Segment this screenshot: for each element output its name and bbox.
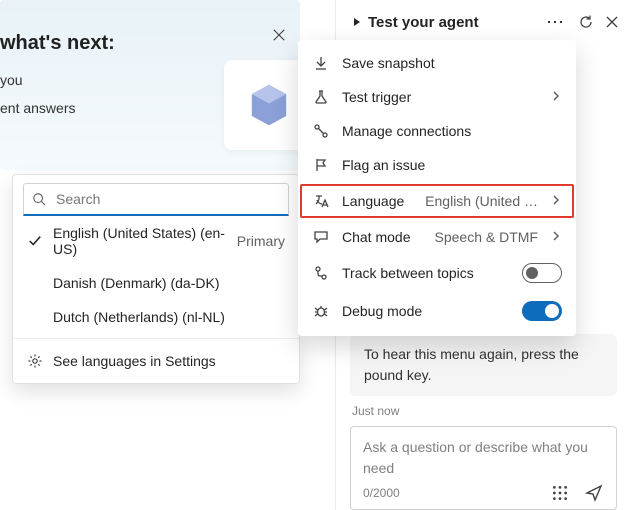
panel-menu: Save snapshot Test trigger Manage connec… [298,40,576,336]
search-field[interactable] [23,183,289,216]
language-icon [312,193,330,209]
language-option[interactable]: Danish (Denmark) (da-DK) [13,266,299,300]
settings-link-label: See languages in Settings [53,353,216,369]
chevron-right-icon [550,229,562,245]
divider [13,338,299,339]
menu-test-trigger[interactable]: Test trigger [298,80,576,114]
whats-next-card: what's next: you ent answers [0,0,300,170]
menu-chat-mode-value: Speech & DTMF [435,229,538,245]
menu-debug-mode[interactable]: Debug mode [298,292,576,330]
bug-icon [312,303,330,319]
search-icon [32,192,46,206]
track-topics-toggle[interactable] [522,263,562,283]
refresh-icon[interactable] [577,13,595,31]
card-graphic [224,60,300,150]
card-text-line: ent answers [0,100,75,116]
language-option[interactable]: Dutch (Netherlands) (nl-NL) [13,300,299,334]
menu-flag-issue[interactable]: Flag an issue [298,148,576,182]
check-icon [27,234,43,248]
download-icon [312,55,330,71]
menu-save-snapshot[interactable]: Save snapshot [298,46,576,80]
card-title: what's next: [0,32,115,55]
language-option-label: English (United States) (en-US) [53,225,227,257]
message-timestamp: Just now [352,404,615,418]
language-option-label: Danish (Denmark) (da-DK) [53,275,285,291]
menu-track-topics[interactable]: Track between topics [298,254,576,292]
send-icon[interactable] [584,483,604,503]
menu-manage-connections[interactable]: Manage connections [298,114,576,148]
panel-header: Test your agent ⋯ [336,0,631,44]
message-composer[interactable]: Ask a question or describe what you need… [350,426,617,510]
chevron-right-icon [550,89,562,105]
chevron-right-icon [550,193,562,209]
primary-badge: Primary [237,233,285,249]
connections-icon [312,123,330,139]
char-count: 0/2000 [363,486,400,500]
track-icon [312,265,330,281]
language-option-label: Dutch (Netherlands) (nl-NL) [53,309,285,325]
flask-icon [312,89,330,105]
card-text-line: you [0,72,23,88]
language-option[interactable]: English (United States) (en-US) Primary [13,216,299,266]
language-dropdown: English (United States) (en-US) Primary … [12,174,300,384]
composer-placeholder: Ask a question or describe what you need [363,437,604,479]
search-input[interactable] [54,190,280,208]
chat-icon [312,229,330,245]
menu-language-value: English (United … [425,193,538,209]
flag-icon [312,157,330,173]
close-icon[interactable] [272,28,286,42]
panel-title: Test your agent [368,14,534,31]
debug-mode-toggle[interactable] [522,301,562,321]
agent-message: To hear this menu again, press the pound… [350,334,617,396]
more-icon[interactable]: ⋯ [542,12,569,33]
close-icon[interactable] [603,13,621,31]
keypad-icon[interactable] [550,483,570,503]
menu-chat-mode[interactable]: Chat mode Speech & DTMF [298,220,576,254]
expand-triangle-icon[interactable] [354,18,360,26]
gear-icon [27,353,43,369]
see-languages-in-settings[interactable]: See languages in Settings [13,343,299,379]
menu-language[interactable]: Language English (United … [300,184,574,218]
